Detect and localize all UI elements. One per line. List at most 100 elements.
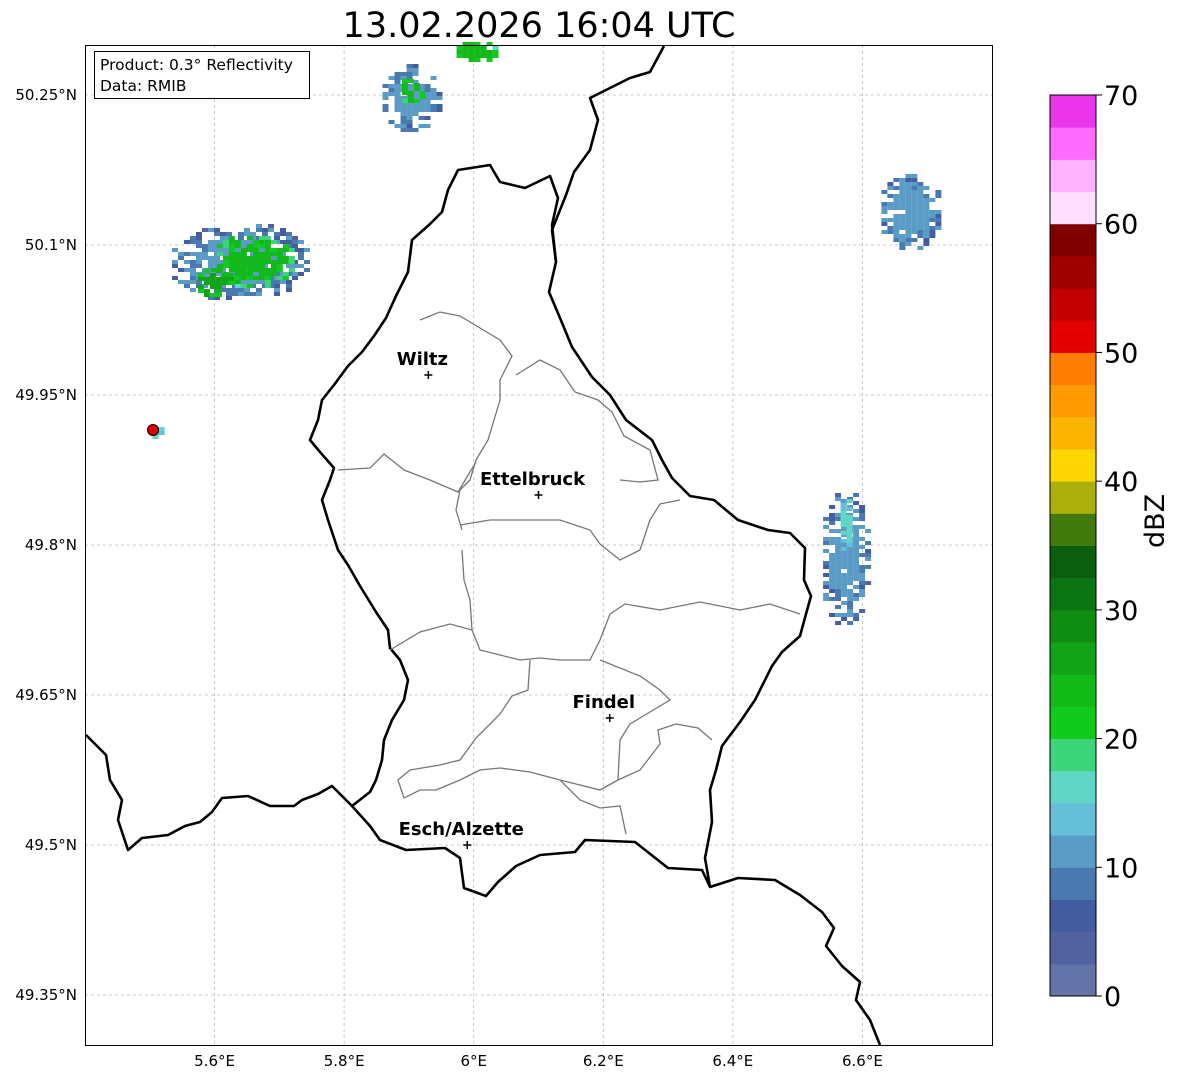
- echo-pixel: [243, 288, 250, 292]
- echo-pixel: [201, 248, 208, 252]
- echo-pixel: [279, 240, 286, 244]
- echo-pixel: [221, 281, 228, 285]
- echo-pixel: [923, 214, 930, 218]
- echo-pixel: [853, 493, 860, 497]
- echo-pixel: [859, 589, 866, 593]
- echo-pixel: [430, 108, 437, 112]
- lat-tick-label: 50.1°N: [25, 236, 77, 254]
- echo-pixel: [835, 589, 842, 593]
- echo-pixel: [412, 128, 419, 132]
- colorbar-tick-label: 20: [1104, 725, 1138, 756]
- echo-pixel: [905, 198, 912, 202]
- city-label: Ettelbruck: [480, 469, 586, 490]
- echo-pixel: [213, 232, 220, 236]
- colorbar-segment: [1050, 127, 1096, 160]
- info-data: Data: RMIB: [100, 77, 187, 95]
- echo-pixel: [171, 248, 178, 252]
- echo-pixel: [246, 248, 253, 252]
- echo-pixel: [285, 264, 292, 268]
- echo-pixel: [216, 252, 223, 256]
- echo-pixel: [923, 226, 930, 230]
- echo-pixel: [189, 280, 196, 284]
- echo-pixel: [835, 497, 842, 501]
- echo-pixel: [291, 264, 298, 268]
- echo-pixel: [917, 182, 924, 186]
- echo-pixel: [829, 561, 836, 565]
- echo-pixel: [859, 573, 866, 577]
- echo-pixel: [207, 264, 214, 268]
- echo-pixel: [382, 104, 389, 108]
- echo-pixel: [865, 529, 872, 533]
- echo-pixel: [418, 108, 425, 112]
- echo-pixel: [917, 202, 924, 206]
- echo-pixel: [158, 427, 165, 431]
- echo-pixel: [400, 104, 407, 108]
- echo-pixel: [394, 96, 401, 100]
- echo-pixel: [228, 244, 235, 248]
- echo-pixel: [222, 244, 229, 248]
- echo-pixel: [887, 226, 894, 230]
- echo-pixel: [929, 198, 936, 202]
- echo-pixel: [899, 226, 906, 230]
- echo-pixel: [911, 190, 918, 194]
- echo-pixel: [480, 54, 487, 58]
- echo-pixel: [285, 236, 292, 240]
- echo-pixel: [474, 54, 481, 58]
- echo-pixel: [859, 513, 866, 517]
- radar-site-marker: [147, 424, 160, 436]
- lon-tick-label: 5.6°E: [194, 1052, 235, 1070]
- echo-pixel: [252, 248, 259, 252]
- echo-pixel: [893, 214, 900, 218]
- echo-pixel: [436, 108, 443, 112]
- echo-pixel: [835, 621, 842, 625]
- echo-pixel: [189, 288, 196, 292]
- echo-pixel: [881, 190, 888, 194]
- echo-pixel: [853, 585, 860, 589]
- echo-pixel: [258, 244, 265, 248]
- echo-pixel: [237, 236, 244, 240]
- echo-pixel: [240, 284, 247, 288]
- echo-pixel: [234, 284, 241, 288]
- echo-pixel: [847, 565, 854, 569]
- echo-pixel: [935, 214, 942, 218]
- echo-pixel: [911, 222, 918, 226]
- colorbar-segment: [1050, 867, 1096, 900]
- echo-pixel: [829, 569, 836, 573]
- colorbar-segment: [1050, 674, 1096, 707]
- echo-pixel: [829, 505, 836, 509]
- lat-tick-label: 49.5°N: [25, 836, 77, 854]
- echo-pixel: [246, 256, 253, 260]
- echo-pixel: [456, 46, 463, 50]
- echo-pixel: [424, 116, 431, 120]
- echo-pixel: [840, 547, 847, 551]
- echo-pixel: [406, 116, 413, 120]
- echo-pixel: [823, 525, 830, 529]
- echo-pixel: [388, 120, 395, 124]
- echo-pixel: [823, 549, 830, 553]
- echo-pixel: [215, 277, 222, 281]
- echo-pixel: [276, 276, 283, 280]
- echo-pixel: [859, 565, 866, 569]
- echo-pixel: [923, 222, 930, 226]
- echo-pixel: [840, 551, 847, 555]
- echo-pixel: [905, 210, 912, 214]
- echo-pixel: [829, 577, 836, 581]
- echo-pixel: [243, 240, 250, 244]
- echo-pixel: [291, 244, 298, 248]
- echo-pixel: [923, 230, 930, 234]
- germany-belgium-border: [550, 45, 666, 263]
- echo-pixel: [400, 124, 407, 128]
- echo-pixel: [829, 585, 836, 589]
- echo-pixel: [859, 505, 866, 509]
- echo-pixel: [297, 240, 304, 244]
- echo-pixel: [829, 517, 836, 521]
- echo-pixel: [240, 272, 247, 276]
- echo-pixel: [893, 230, 900, 234]
- echo-pixel: [258, 236, 265, 240]
- echo-pixel: [893, 206, 900, 210]
- echo-pixel: [847, 557, 854, 561]
- echo-pixel: [492, 46, 499, 50]
- echo-pixel: [468, 58, 475, 62]
- echo-pixel: [430, 96, 437, 100]
- echo-pixel: [917, 222, 924, 226]
